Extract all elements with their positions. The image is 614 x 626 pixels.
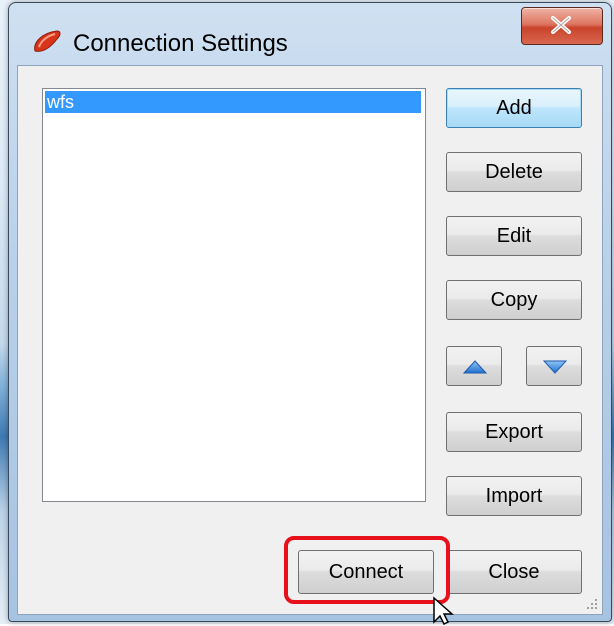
- resize-grip-icon[interactable]: [584, 596, 598, 610]
- list-item[interactable]: wfs: [45, 91, 421, 113]
- import-button[interactable]: Import: [446, 476, 582, 516]
- close-button[interactable]: Close: [446, 550, 582, 594]
- export-button[interactable]: Export: [446, 412, 582, 452]
- close-x-icon: [551, 16, 571, 34]
- connection-settings-dialog: Connection Settings wfs Add Delete Edit …: [8, 2, 612, 622]
- delete-button[interactable]: Delete: [446, 152, 582, 192]
- move-up-button[interactable]: [446, 346, 502, 386]
- mouse-pointer-icon: [433, 596, 454, 626]
- window-title: Connection Settings: [73, 30, 288, 57]
- move-down-button[interactable]: [526, 346, 582, 386]
- flame-icon: [31, 29, 63, 55]
- add-button[interactable]: Add: [446, 88, 582, 128]
- window-close-button[interactable]: [521, 7, 603, 45]
- dialog-client-area: wfs Add Delete Edit Copy Export Import C…: [17, 65, 603, 615]
- connect-button[interactable]: Connect: [298, 550, 434, 594]
- connections-list[interactable]: wfs: [42, 88, 426, 502]
- title-bar[interactable]: Connection Settings: [9, 3, 611, 73]
- copy-button[interactable]: Copy: [446, 280, 582, 320]
- edit-button[interactable]: Edit: [446, 216, 582, 256]
- triangle-down-icon: [542, 360, 568, 374]
- triangle-up-icon: [462, 360, 488, 374]
